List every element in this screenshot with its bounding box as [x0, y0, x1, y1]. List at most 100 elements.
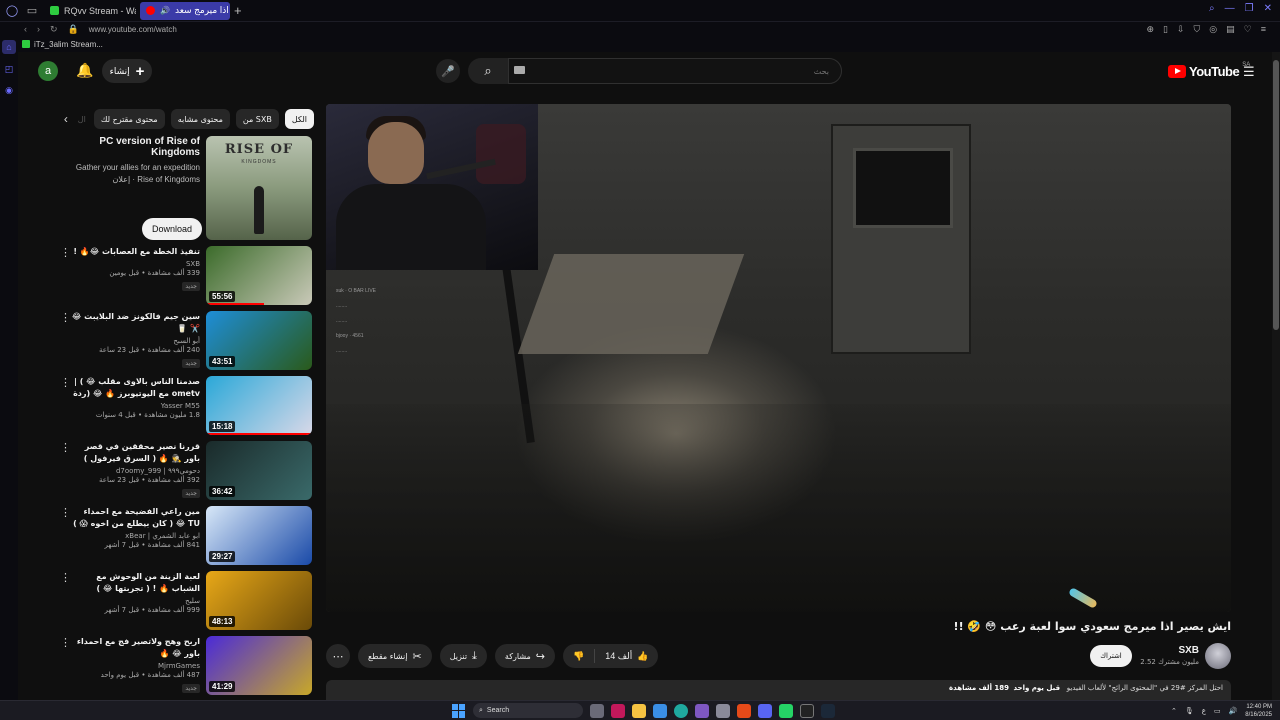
- edge-icon[interactable]: [674, 703, 688, 718]
- related-video-item[interactable]: 55:56 تنفيذ الخطة مع العصابات 😂🔥 ! SXB 339 …: [60, 246, 312, 310]
- opera-menu-icon[interactable]: ◯: [4, 3, 20, 19]
- bookmark-icon[interactable]: ▯: [1163, 24, 1168, 35]
- page-scrollbar[interactable]: [1272, 52, 1280, 700]
- related-video-item[interactable]: 43:51 سين جيم فالكونز ضد البلايبت 😂 ✂️ 🥛 أ…: [60, 311, 312, 375]
- copilot-icon[interactable]: [695, 703, 709, 718]
- related-video-item[interactable]: 41:29 اربح وهج ولاتصير فج مع احمداء باور …: [60, 636, 312, 700]
- related-title[interactable]: لعبة الزينة من الوحوش مع الشباب 🔥 ! ( تج…: [72, 571, 200, 595]
- related-channel[interactable]: أبو السبح: [72, 337, 200, 345]
- browser-tab-stream[interactable]: RQvv Stream - Watch Liv: [44, 2, 136, 20]
- start-windows-icon[interactable]: [452, 703, 466, 718]
- mic-tray-icon[interactable]: 🎙: [1185, 707, 1194, 715]
- capcut-icon[interactable]: [800, 703, 814, 718]
- voice-search-mic-icon[interactable]: 🎤: [436, 59, 460, 83]
- related-channel[interactable]: SXB: [72, 260, 200, 268]
- related-title[interactable]: اربح وهج ولاتصير فج مع احمداء باور 😂 🔥: [72, 636, 200, 660]
- share-button[interactable]: مشاركة ↪: [494, 644, 555, 668]
- reload-button[interactable]: ↻: [50, 24, 58, 35]
- related-thumbnail[interactable]: 41:29: [206, 636, 312, 695]
- search-tabs-icon[interactable]: ⌕: [1209, 3, 1215, 14]
- camera-icon[interactable]: ◎: [1209, 24, 1217, 35]
- heart-icon[interactable]: ♡: [1244, 24, 1252, 35]
- scrollbar-thumb[interactable]: [1273, 60, 1279, 330]
- related-channel[interactable]: xBear | ابو عابد الشمري: [72, 532, 200, 540]
- related-channel[interactable]: MjrmGames: [72, 662, 200, 670]
- chip-overflow[interactable]: ال: [76, 109, 88, 129]
- ad-title[interactable]: PC version of Rise of Kingdoms: [68, 136, 200, 158]
- player-icon[interactable]: ◉: [5, 85, 13, 96]
- more-options-icon[interactable]: ⋮: [60, 246, 71, 259]
- more-options-icon[interactable]: ⋮: [60, 376, 71, 389]
- tab-overview-icon[interactable]: ▭: [24, 3, 40, 19]
- menu-icon[interactable]: ≡: [1261, 24, 1266, 35]
- office-icon[interactable]: [737, 703, 751, 718]
- back-button[interactable]: ‹: [24, 24, 27, 35]
- download-icon[interactable]: ⇩: [1177, 24, 1185, 35]
- sponsored-ad[interactable]: RISE OF KINGDOMS PC version of Rise of K…: [68, 136, 312, 240]
- minimize-button[interactable]: —: [1225, 3, 1235, 14]
- related-thumbnail[interactable]: 55:56: [206, 246, 312, 305]
- volume-icon[interactable]: 🔊: [1229, 707, 1238, 715]
- home-icon[interactable]: ⌂: [2, 40, 16, 54]
- browser-tab-youtube[interactable]: 🔊 ايش يصير اذا ميرمج سعد: [140, 1, 230, 20]
- file-explorer-icon[interactable]: [632, 703, 646, 718]
- search-button[interactable]: ⌕: [468, 58, 508, 84]
- speaker-icon[interactable]: 🔊: [160, 6, 170, 15]
- related-thumbnail[interactable]: 15:18: [206, 376, 312, 435]
- related-channel[interactable]: سليح: [72, 597, 200, 605]
- video-player[interactable]: suk · O BAR LIVE ........ ........ bjooy…: [326, 104, 1231, 612]
- taskbar-search[interactable]: ⌕ Search: [473, 703, 583, 718]
- opera-gx-icon[interactable]: [611, 703, 625, 718]
- bookmark-item[interactable]: iTz_3alim Stream...: [22, 40, 103, 49]
- related-title[interactable]: سين جيم فالكونز ضد البلايبت 😂 ✂️ 🥛: [72, 311, 200, 335]
- clip-button[interactable]: إنشاء مقطع ✂: [358, 644, 432, 668]
- steam-icon[interactable]: [821, 703, 835, 718]
- chips-prev-chevron-icon[interactable]: ‹: [62, 109, 70, 129]
- ad-download-button[interactable]: Download: [142, 218, 202, 240]
- related-title[interactable]: تنفيذ الخطة مع العصابات 😂🔥 !: [72, 246, 200, 258]
- search-input[interactable]: [508, 58, 842, 84]
- zoom-icon[interactable]: ⊕: [1146, 24, 1154, 35]
- channel-avatar[interactable]: [1205, 643, 1231, 669]
- clock[interactable]: 12:40 PM 8/16/2025: [1245, 703, 1272, 719]
- like-button[interactable]: 14 ألف 👍: [595, 644, 658, 668]
- related-title[interactable]: صدمنا الناس بالاوى مقلب 😂 ) | ometv مع ا…: [72, 376, 200, 400]
- related-title[interactable]: قررنا نصير محققين في قصر باور 🕵️ 🔥 ( الس…: [72, 441, 200, 465]
- related-channel[interactable]: Yasser M55: [72, 402, 200, 410]
- network-icon[interactable]: ▭: [1214, 707, 1221, 715]
- related-video-item[interactable]: 48:13 لعبة الزينة من الوحوش مع الشباب 🔥 !…: [60, 571, 312, 635]
- related-thumbnail[interactable]: 29:27: [206, 506, 312, 565]
- related-thumbnail[interactable]: 36:42: [206, 441, 312, 500]
- url-field[interactable]: www.youtube.com/watch: [89, 25, 177, 34]
- maximize-button[interactable]: ❐: [1245, 3, 1254, 14]
- ad-thumbnail[interactable]: RISE OF KINGDOMS: [206, 136, 312, 240]
- more-options-icon[interactable]: ⋮: [60, 506, 71, 519]
- more-options-icon[interactable]: ⋮: [60, 636, 71, 649]
- tray-chevron-icon[interactable]: ⌃: [1171, 707, 1177, 715]
- youtube-logo[interactable]: YouTube SA: [1168, 62, 1250, 79]
- task-view-icon[interactable]: [590, 703, 604, 718]
- shield-icon[interactable]: ⛉: [1194, 24, 1201, 35]
- more-options-icon[interactable]: ⋮: [60, 571, 71, 584]
- related-video-item[interactable]: 29:27 مين راعي الفضيحة مع احمداء TU 😂 ( ك…: [60, 506, 312, 570]
- forward-button[interactable]: ›: [37, 24, 40, 35]
- photos-icon[interactable]: [653, 703, 667, 718]
- subscribe-button[interactable]: اشتراك: [1090, 645, 1132, 667]
- keyboard-icon[interactable]: [514, 66, 525, 74]
- account-avatar[interactable]: a: [38, 61, 58, 81]
- description-box[interactable]: احتل المركز #29 في "المحتوى الرائج" لألع…: [326, 680, 1231, 700]
- wallet-icon[interactable]: ▤: [1226, 24, 1235, 35]
- close-window-button[interactable]: ✕: [1264, 3, 1272, 14]
- chip-recommended[interactable]: محتوى مقترح لك: [93, 109, 165, 129]
- notifications-bell-icon[interactable]: 🔔: [76, 62, 93, 79]
- related-channel[interactable]: d7oomy_999 | دحومي٩٩٩: [72, 467, 200, 475]
- download-button[interactable]: تنزيل ⤓: [439, 644, 487, 668]
- discord-icon[interactable]: [758, 703, 772, 718]
- create-button[interactable]: إنشاء +: [102, 59, 152, 83]
- more-options-icon[interactable]: ⋮: [60, 311, 71, 324]
- messenger-icon[interactable]: ◰: [5, 64, 14, 75]
- chip-from-channel[interactable]: من SXB: [235, 109, 279, 129]
- related-video-item[interactable]: 36:42 قررنا نصير محققين في قصر باور 🕵️ 🔥 …: [60, 441, 312, 505]
- dislike-button[interactable]: 👎: [563, 644, 594, 668]
- related-thumbnail[interactable]: 43:51: [206, 311, 312, 370]
